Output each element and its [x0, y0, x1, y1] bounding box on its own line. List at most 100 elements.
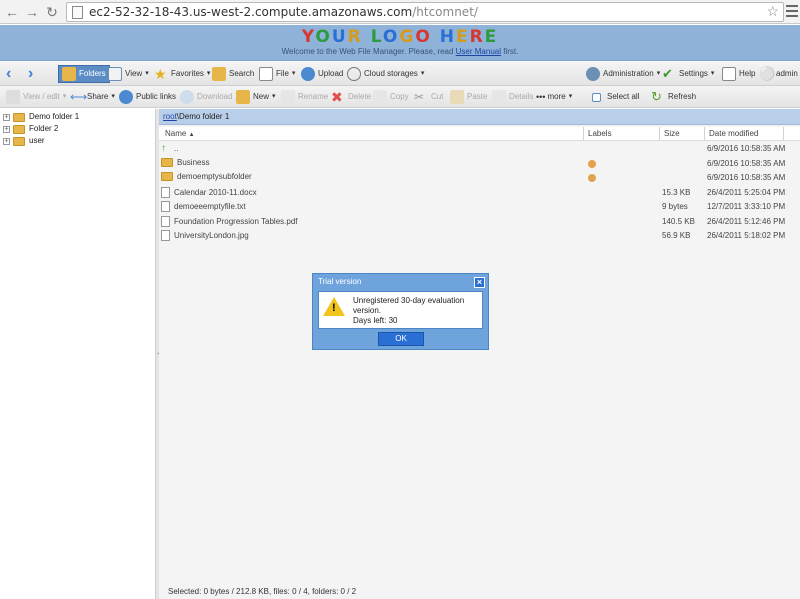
- globe-icon: [119, 90, 133, 104]
- share-menu[interactable]: ⟷ Share ▾: [70, 88, 115, 106]
- tree-item-folder-2[interactable]: + Folder 2: [3, 123, 58, 135]
- view-edit-button[interactable]: View / edit ▾: [6, 88, 66, 106]
- cut-button[interactable]: ✂ Cut: [414, 88, 443, 106]
- new-folder-icon: [236, 90, 250, 104]
- expand-icon[interactable]: +: [3, 137, 10, 145]
- settings-menu[interactable]: ✔ Settings ▾: [662, 65, 714, 83]
- file-name-cell[interactable]: ↑..: [161, 143, 178, 154]
- logo: YOUR LOGO HERE: [301, 27, 499, 47]
- folder-icon: [13, 112, 25, 122]
- table-row[interactable]: ↑.. 6/9/2016 10:58:35 AM: [159, 142, 800, 156]
- star-icon: ★: [154, 66, 167, 82]
- cloud-storages-menu[interactable]: Cloud storages ▾: [347, 65, 424, 83]
- back-arrow-icon[interactable]: ←: [4, 4, 20, 20]
- share-icon: ⟷: [70, 90, 88, 104]
- file-date: 6/9/2016 10:58:35 AM: [707, 158, 786, 168]
- settings-icon: ✔: [662, 66, 673, 81]
- file-name-cell[interactable]: demoeeemptyfile.txt: [161, 201, 246, 212]
- file-name: Business: [177, 157, 210, 167]
- details-button[interactable]: Details: [492, 88, 533, 106]
- help-button[interactable]: Help: [722, 65, 755, 83]
- expand-icon[interactable]: +: [3, 113, 10, 121]
- file-list-panel: root\Demo folder 1 Name ▲ Labels Size Da…: [159, 109, 800, 599]
- administration-menu[interactable]: Administration ▾: [586, 65, 660, 83]
- close-icon[interactable]: ×: [474, 277, 485, 288]
- download-button[interactable]: Download: [180, 88, 233, 106]
- warning-icon: !: [323, 297, 345, 316]
- tree-item-user[interactable]: + user: [3, 135, 45, 147]
- delete-icon: ✖: [331, 89, 343, 105]
- up-arrow-icon: ↑: [161, 143, 166, 154]
- user-button[interactable]: ⚪ admin: [759, 65, 798, 83]
- delete-button[interactable]: ✖ Delete: [331, 88, 371, 106]
- file-name: ..: [174, 144, 179, 153]
- checkbox-icon: [592, 92, 601, 102]
- file-name-cell[interactable]: UniversityLondon.jpg: [161, 230, 249, 241]
- breadcrumb: root\Demo folder 1: [159, 109, 800, 125]
- column-date-modified[interactable]: Date modified: [709, 129, 758, 138]
- browser-toolbar: ← → ↻ ec2-52-32-18-43.us-west-2.compute.…: [0, 0, 800, 24]
- user-manual-link[interactable]: User Manual: [456, 47, 501, 56]
- ok-button[interactable]: OK: [378, 332, 424, 346]
- forward-button[interactable]: ›: [28, 65, 33, 83]
- folders-button[interactable]: Folders: [58, 65, 110, 83]
- table-row[interactable]: UniversityLondon.jpg 56.9 KB 26/4/2011 5:1…: [159, 229, 800, 243]
- file-date: 6/9/2016 10:58:35 AM: [707, 144, 786, 153]
- upload-icon: [301, 67, 315, 81]
- rename-button[interactable]: Rename: [281, 88, 328, 106]
- file-date: 6/9/2016 10:58:35 AM: [707, 173, 786, 182]
- select-all-checkbox[interactable]: Select all: [592, 88, 639, 106]
- file-name-cell[interactable]: Calendar 2010-11.docx: [161, 186, 257, 198]
- address-bar[interactable]: ec2-52-32-18-43.us-west-2.compute.amazon…: [66, 2, 784, 22]
- reload-icon[interactable]: ↻: [44, 4, 60, 20]
- back-button[interactable]: ‹: [6, 65, 11, 83]
- new-menu[interactable]: New ▾: [236, 88, 276, 106]
- refresh-icon: ↻: [651, 89, 662, 104]
- refresh-button[interactable]: ↻ Refresh: [651, 88, 696, 106]
- expand-icon[interactable]: +: [3, 125, 10, 133]
- upload-button[interactable]: Upload: [301, 65, 343, 83]
- folder-icon: [62, 67, 76, 81]
- table-row[interactable]: demoemptysubfolder 6/9/2016 10:58:35 AM: [159, 171, 800, 185]
- dialog-message: Unregistered 30-day evaluation version. …: [353, 296, 465, 325]
- column-name[interactable]: Name ▲: [165, 129, 195, 138]
- label-dot-icon[interactable]: [588, 174, 596, 182]
- search-button[interactable]: Search: [212, 65, 254, 83]
- folder-icon: [13, 136, 25, 146]
- file-size: 15.3 KB: [662, 187, 691, 197]
- rename-icon: [281, 90, 295, 104]
- browser-menu-icon[interactable]: [786, 5, 798, 19]
- table-row[interactable]: Calendar 2010-11.docx 15.3 KB 26/4/2011 5:…: [159, 186, 800, 200]
- folder-icon: [161, 172, 173, 181]
- tree-item-demo-folder-1[interactable]: + Demo folder 1: [3, 111, 79, 123]
- column-labels[interactable]: Labels: [588, 129, 612, 138]
- action-toolbar: View / edit ▾ ⟷ Share ▾ Public links Downlo…: [0, 86, 800, 108]
- more-menu[interactable]: ••• more ▾: [536, 88, 572, 106]
- breadcrumb-root-link[interactable]: root: [163, 112, 177, 121]
- file-menu[interactable]: File ▾: [259, 65, 295, 83]
- bookmark-star-icon[interactable]: ☆: [766, 3, 779, 20]
- column-size[interactable]: Size: [664, 129, 680, 138]
- file-name-cell[interactable]: Foundation Progression Tables.pdf: [161, 215, 298, 227]
- file-size: 56.9 KB: [662, 231, 691, 240]
- copy-button[interactable]: Copy: [373, 88, 409, 106]
- table-row[interactable]: demoeeemptyfile.txt 9 bytes 12/7/2011 3:33…: [159, 200, 800, 214]
- paste-button[interactable]: Paste: [450, 88, 487, 106]
- admin-icon: [586, 67, 600, 81]
- file-name-cell[interactable]: demoemptysubfolder: [161, 172, 252, 181]
- folder-tree: + Demo folder 1 + Folder 2 + user: [0, 109, 156, 599]
- public-links-button[interactable]: Public links: [119, 88, 176, 106]
- status-bar: Selected: 0 bytes / 212.8 KB, files: 0 /…: [168, 587, 357, 596]
- favorites-menu[interactable]: ★ Favorites ▾: [154, 65, 210, 83]
- table-row[interactable]: Foundation Progression Tables.pdf 140.5 K…: [159, 215, 800, 229]
- folder-icon: [161, 157, 173, 167]
- label-dot-icon[interactable]: [588, 159, 596, 168]
- file-name: demoemptysubfolder: [177, 172, 252, 181]
- help-icon: [722, 67, 736, 81]
- folder-icon: [13, 124, 25, 134]
- table-row[interactable]: Business 6/9/2016 10:58:35 AM: [159, 157, 800, 171]
- forward-arrow-icon[interactable]: →: [24, 4, 40, 20]
- file-name-cell[interactable]: Business: [161, 157, 210, 167]
- view-menu[interactable]: View ▾: [108, 65, 149, 83]
- edit-icon: [6, 90, 20, 104]
